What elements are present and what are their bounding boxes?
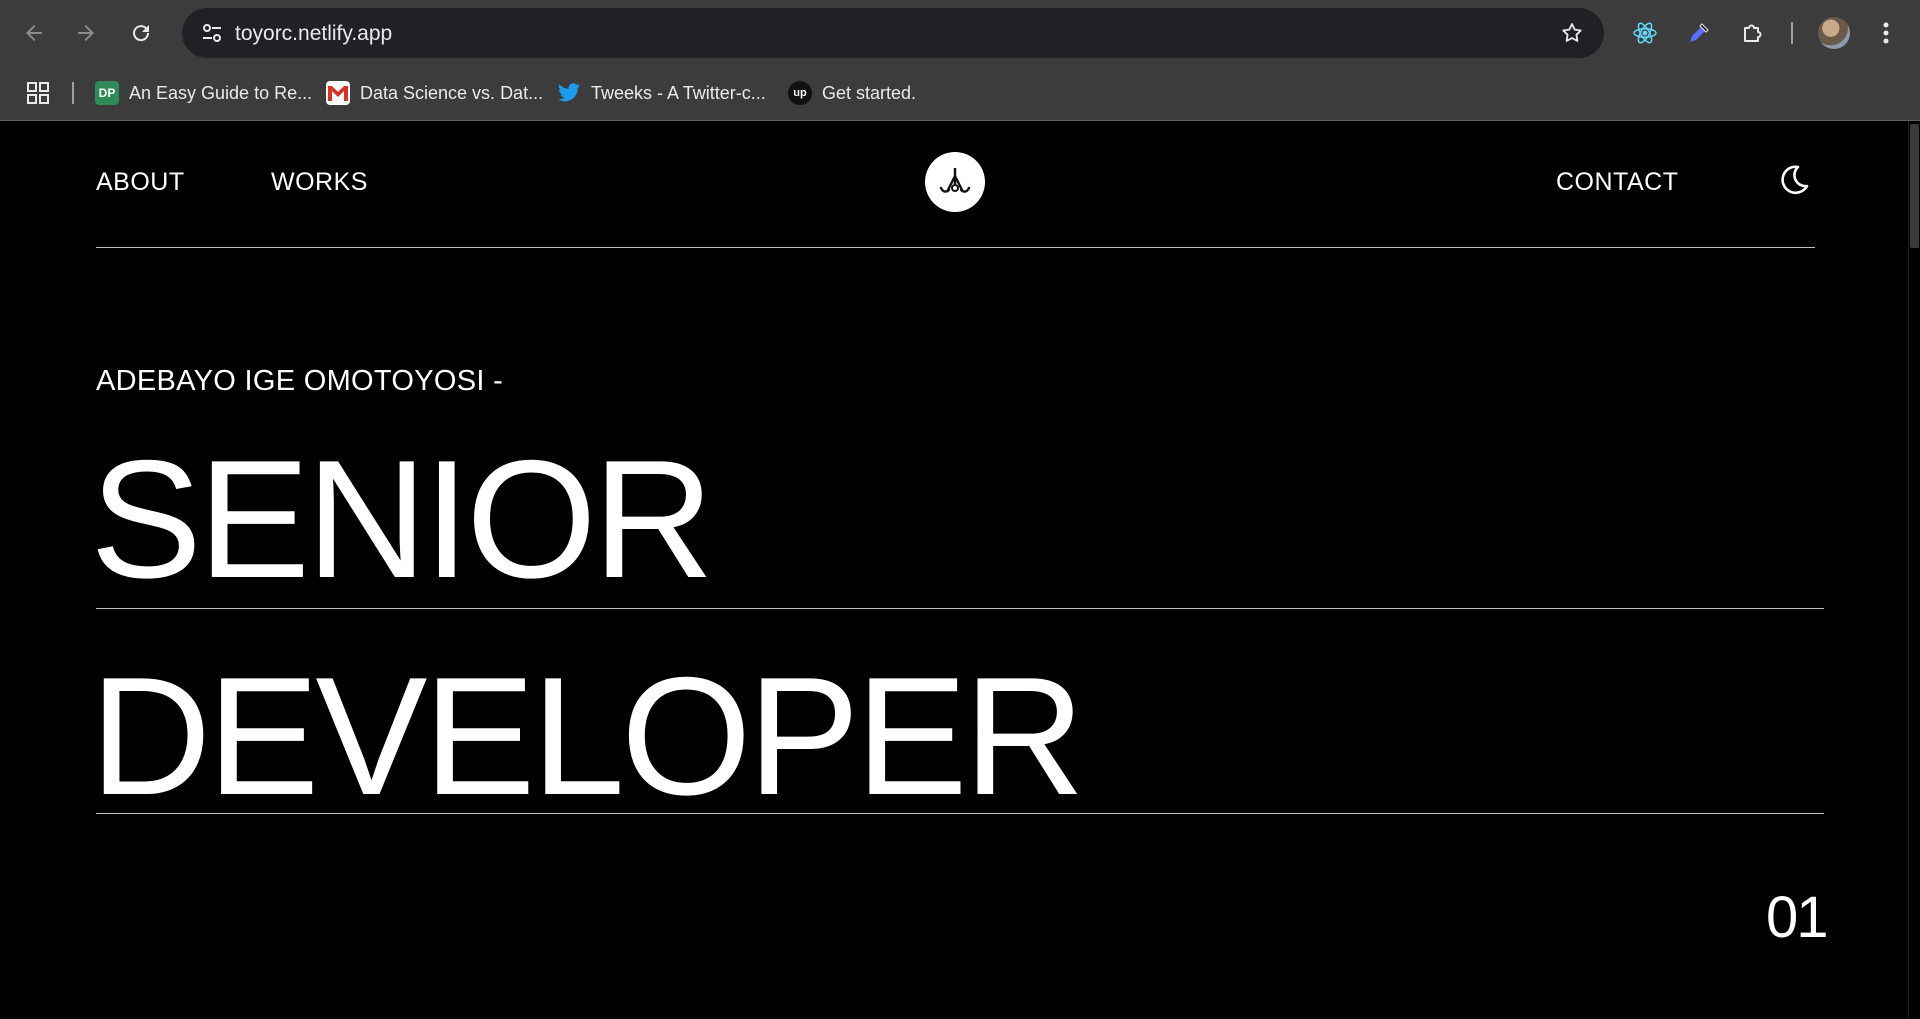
bookmark-item[interactable]: DP An Easy Guide to Re... — [95, 76, 312, 110]
theme-toggle-button[interactable] — [1776, 163, 1810, 197]
section-counter: 01 — [1766, 885, 1828, 950]
profile-avatar[interactable] — [1818, 17, 1850, 49]
toolbar-divider — [1791, 22, 1793, 44]
back-button[interactable] — [14, 13, 54, 53]
site-info-button[interactable] — [192, 13, 232, 53]
eyedropper-icon — [1690, 23, 1709, 42]
bookmark-item[interactable]: up Get started. — [788, 76, 916, 110]
hero-subtitle: ADEBAYO IGE OMOTOYOSI - — [96, 365, 504, 397]
more-vert-icon — [1883, 22, 1889, 44]
bookmark-star-button[interactable] — [1556, 17, 1588, 49]
bookmark-item[interactable]: Data Science vs. Dat... — [326, 76, 543, 110]
twitter-favicon-icon — [557, 81, 581, 105]
nav-works-link[interactable]: WORKS — [271, 168, 368, 197]
bookmark-label: Data Science vs. Dat... — [360, 82, 544, 103]
page-scrollbar-thumb[interactable] — [1910, 124, 1919, 248]
puzzle-icon — [1744, 24, 1762, 42]
arrow-left-icon — [26, 25, 42, 41]
bookmarks-divider — [72, 82, 74, 104]
upwork-favicon-icon: up — [788, 81, 812, 105]
reload-icon — [133, 25, 150, 42]
browser-toolbar: toyorc.netlify.app — [0, 0, 1920, 66]
hero-title-line-1: SENIOR — [90, 425, 714, 613]
address-bar[interactable]: toyorc.netlify.app — [182, 8, 1604, 58]
reload-button[interactable] — [121, 13, 161, 53]
color-picker-extension[interactable] — [1681, 15, 1717, 51]
browser-menu-button[interactable] — [1868, 15, 1904, 51]
nav-contact-link[interactable]: CONTACT — [1556, 168, 1678, 197]
extensions-button[interactable] — [1735, 15, 1771, 51]
apps-grid-icon[interactable] — [24, 79, 52, 107]
hero-divider-1 — [96, 608, 1824, 609]
bookmark-label: Get started. — [822, 82, 917, 103]
site-logo[interactable] — [925, 152, 985, 212]
nav-about-link[interactable]: ABOUT — [96, 168, 185, 197]
logo-mark-icon — [939, 168, 971, 193]
page-viewport: ABOUT WORKS CONTACT ADEBAYO IGE OMOTOYOS… — [0, 121, 1920, 1019]
url-text[interactable]: toyorc.netlify.app — [235, 22, 392, 46]
bookmark-label: An Easy Guide to Re... — [129, 82, 313, 103]
moon-icon — [1781, 165, 1809, 195]
arrow-right-icon — [78, 25, 94, 41]
bookmark-item[interactable]: Tweeks - A Twitter-c... — [557, 76, 766, 110]
gmail-favicon-icon — [326, 81, 350, 105]
forward-button[interactable] — [66, 13, 106, 53]
bookmarks-bar: DP An Easy Guide to Re... Data Science v… — [0, 66, 1920, 121]
tune-icon — [203, 24, 221, 42]
react-devtools-extension[interactable] — [1627, 15, 1663, 51]
hero-title-line-2: DEVELOPER — [90, 642, 1085, 830]
react-icon — [1633, 22, 1657, 44]
star-icon — [1562, 23, 1582, 42]
page-scrollbar[interactable] — [1908, 121, 1920, 1019]
header-divider — [96, 247, 1815, 248]
hero-divider-2 — [96, 813, 1824, 814]
dp-favicon-icon: DP — [95, 81, 119, 105]
bookmark-label: Tweeks - A Twitter-c... — [591, 82, 766, 103]
